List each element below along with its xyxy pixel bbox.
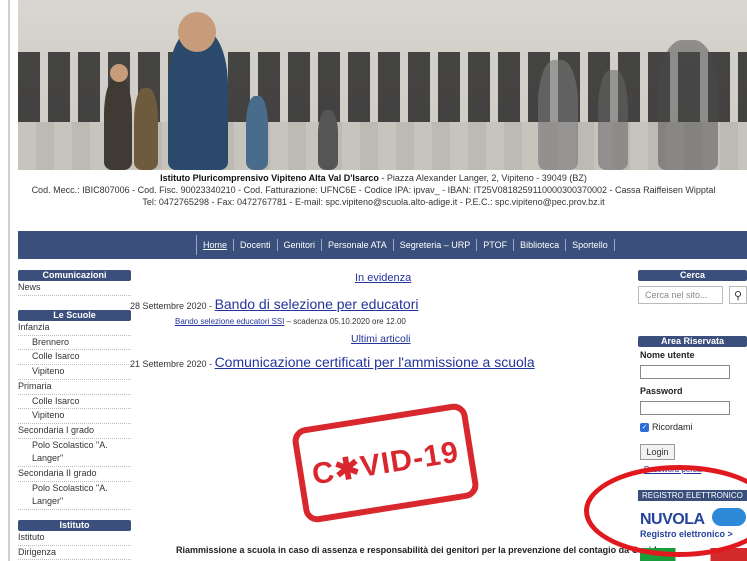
search-button[interactable]: ⚲: [729, 286, 747, 304]
search-icon: ⚲: [733, 289, 743, 302]
nav-sportello[interactable]: Sportello: [566, 239, 615, 251]
institute-address-text: - Piazza Alexander Langer, 2, Vipiteno -…: [378, 173, 587, 183]
sidebar-title-istituto: Istituto: [18, 520, 131, 531]
password-input[interactable]: [640, 401, 730, 415]
sidebar-comunicazioni: Comunicazioni News: [18, 270, 131, 296]
nav-biblioteca[interactable]: Biblioteca: [514, 239, 567, 251]
article-bando-sublink[interactable]: Bando selezione educatori SSI: [175, 317, 284, 326]
sidebar-istituto: Istituto Istituto Dirigenza: [18, 520, 131, 561]
article-bando: 28 Settembre 2020 - Bando di selezione p…: [130, 296, 418, 312]
sidebar-item-colle-isarco-primaria[interactable]: Colle Isarco: [18, 395, 131, 410]
search-input[interactable]: Cerca nel sito...: [638, 286, 723, 304]
nav-genitori[interactable]: Genitori: [278, 239, 323, 251]
sidebar-item-infanzia[interactable]: Infanzia: [18, 321, 131, 336]
password-label: Password: [640, 386, 683, 396]
sidebar-item-secondaria-i[interactable]: Secondaria I grado: [18, 424, 131, 439]
sidebar-item-vipiteno[interactable]: Vipiteno: [18, 365, 131, 380]
article-certificati-date: 21 Settembre 2020 -: [130, 359, 215, 369]
sidebar-scuole: Le Scuole Infanzia Brennero Colle Isarco…: [18, 310, 131, 511]
covid-stamp-text: C✱VID-19: [309, 435, 462, 491]
article-bando-date: 28 Settembre 2020 -: [130, 301, 215, 311]
nav-home[interactable]: Home: [197, 239, 235, 251]
nav-personale-ata[interactable]: Personale ATA: [322, 239, 394, 251]
covid-stamp-image[interactable]: C✱VID-19: [290, 401, 481, 525]
remember-label: Ricordami: [652, 422, 693, 432]
sidebar-title-comunicazioni: Comunicazioni: [18, 270, 131, 281]
sidebar-title-scuole: Le Scuole: [18, 310, 131, 321]
login-button[interactable]: Login →: [640, 444, 675, 471]
highlight-circle: [584, 465, 747, 557]
nav-ptof[interactable]: PTOF: [477, 239, 515, 251]
article-certificati: 21 Settembre 2020 - Comunicazione certif…: [130, 354, 535, 370]
sidebar-item-polo-1[interactable]: Polo Scolastico "A.: [18, 439, 131, 453]
left-border: [8, 0, 10, 561]
article-bando-subtext: – scadenza 05.10.2020 ore 12.00: [284, 317, 406, 326]
main-navigation: Home Docenti Genitori Personale ATA Segr…: [18, 231, 747, 259]
institute-name: Istituto Pluricomprensivo Vipiteno Alta …: [160, 173, 379, 183]
sidebar-item-colle-isarco[interactable]: Colle Isarco: [18, 350, 131, 366]
sidebar-item-dirigenza[interactable]: Dirigenza: [18, 546, 131, 561]
sidebar-item-polo-2[interactable]: Polo Scolastico "A.: [18, 482, 131, 496]
sidebar-item-istituto[interactable]: Istituto: [18, 531, 131, 546]
article-bando-sub: Bando selezione educatori SSI – scadenza…: [175, 317, 406, 326]
sidebar-item-polo-1-cont[interactable]: Langer": [18, 452, 131, 468]
sidebar-item-brennero[interactable]: Brennero: [18, 336, 131, 351]
search-title: Cerca: [638, 270, 747, 281]
nav-docenti[interactable]: Docenti: [234, 239, 278, 251]
article-bando-link[interactable]: Bando di selezione per educatori: [215, 296, 419, 312]
article-riammissione-title[interactable]: Riammissione a scuola in caso di assenza…: [176, 545, 660, 555]
username-input[interactable]: [640, 365, 730, 379]
nav-segreteria[interactable]: Segreteria – URP: [394, 239, 478, 251]
article-certificati-link[interactable]: Comunicazione certificati per l'ammissio…: [215, 354, 535, 370]
institute-contacts[interactable]: Tel: 0472765298 - Fax: 0472767781 - E-ma…: [0, 196, 747, 208]
institute-codes: Cod. Mecc.: IBIC807006 - Cod. Fisc. 9002…: [31, 185, 716, 195]
sidebar-item-news[interactable]: News: [18, 281, 131, 296]
institute-address: Istituto Pluricomprensivo Vipiteno Alta …: [0, 172, 747, 208]
sidebar-item-secondaria-ii[interactable]: Secondaria II grado: [18, 467, 131, 482]
section-ultimi-articoli[interactable]: Ultimi articoli: [351, 333, 411, 345]
sidebar-item-vipiteno-primaria[interactable]: Vipiteno: [18, 409, 131, 424]
header-banner-image: [18, 0, 747, 170]
section-in-evidenza[interactable]: In evidenza: [355, 272, 411, 284]
sidebar-item-primaria[interactable]: Primaria: [18, 380, 131, 395]
sidebar-item-polo-2-cont[interactable]: Langer": [18, 495, 131, 511]
username-label: Nome utente: [640, 350, 695, 360]
area-riservata-title: Area Riservata: [638, 336, 747, 347]
remember-checkbox[interactable]: ✓: [640, 423, 649, 432]
